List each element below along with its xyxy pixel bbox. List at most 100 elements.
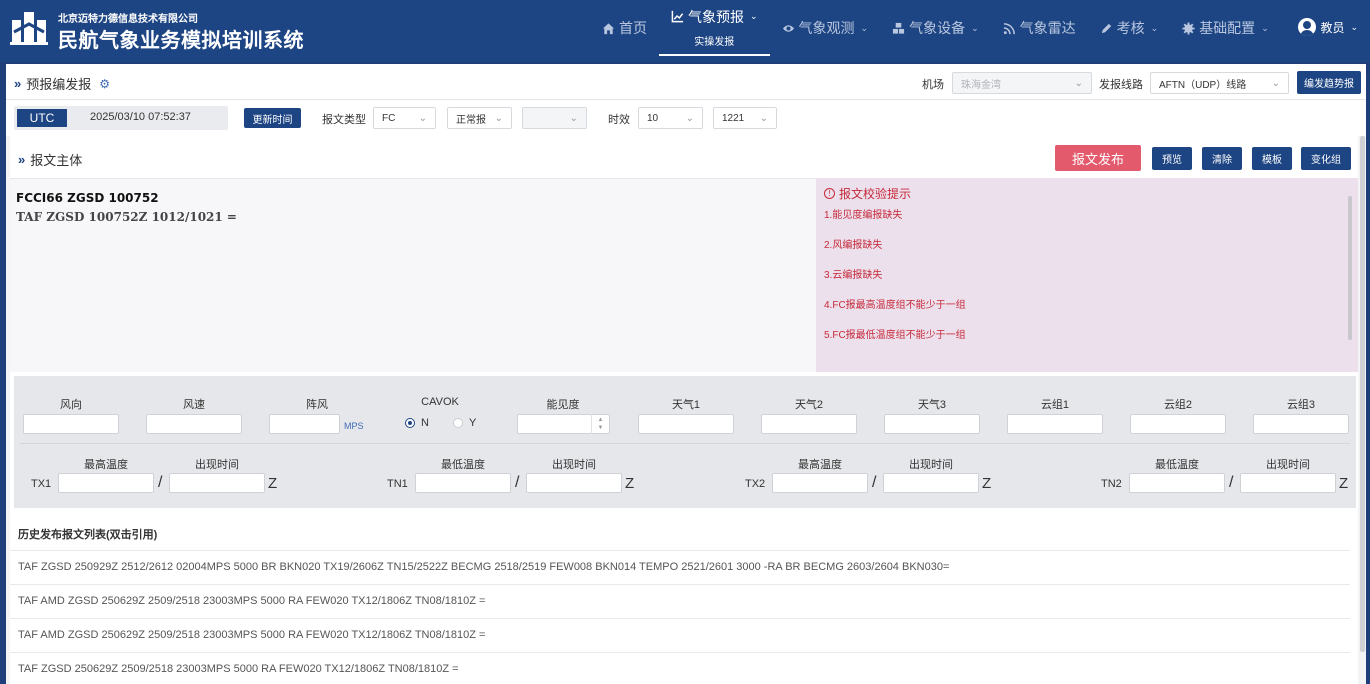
route-label: 发报线路 [1099, 79, 1143, 91]
tx1-temp-input[interactable] [58, 473, 154, 493]
history-row[interactable]: TAF ZGSD 250929Z 2512/2612 02004MPS 5000… [10, 550, 1350, 584]
user-menu[interactable]: 教员 ⌄ [1298, 18, 1358, 36]
validation-item: 2.风编报缺失 [824, 240, 883, 251]
cloud1-label: 云组1 [1040, 399, 1070, 411]
route-select-value: AFTN（UDP）线路 [1159, 79, 1247, 91]
tn1-z: Z [625, 475, 635, 492]
history-row[interactable]: TAF AMD ZGSD 250629Z 2509/2518 23003MPS … [10, 584, 1350, 618]
message-taf-line: TAF ZGSD 100752Z 1012/1021 = [16, 210, 237, 224]
template-button[interactable]: 模板 [1252, 147, 1292, 170]
message-editor[interactable]: FCCI66 ZGSD 100752 TAF ZGSD 100752Z 1012… [10, 178, 816, 372]
tn2-time-label: 出现时间 [1266, 459, 1310, 471]
report-type-label: 报文类型 [322, 114, 366, 126]
tx1-code: TX1 [31, 478, 52, 490]
main-nav: 首页 气象预报 ⌄ 实操发报 气象观测 ⌄ 气象设备 ⌄ 气象雷达 考核 ⌄ 基… [590, 0, 1281, 62]
wind-direction-label: 风向 [60, 399, 82, 411]
chevron-down-icon[interactable]: ▼ [598, 424, 604, 432]
gust-input[interactable] [269, 414, 340, 434]
change-group-button[interactable]: 变化组 [1301, 147, 1351, 170]
cubes-icon [893, 22, 905, 34]
message-body-section: » 报文主体 报文发布 预览 清除 模板 变化组 FCCI66 ZGSD 100… [10, 136, 1358, 684]
validity-select[interactable]: 10 ⌄ [638, 107, 703, 129]
nav-assessment[interactable]: 考核 ⌄ [1088, 0, 1171, 56]
tn2-time-input[interactable] [1240, 473, 1336, 493]
weather2-label: 天气2 [794, 399, 824, 411]
tx1-time-input[interactable] [169, 473, 265, 493]
visibility-stepper[interactable]: ▲ ▼ [591, 414, 609, 434]
tx2-temp-input[interactable] [772, 473, 868, 493]
element-input-form: 风向 风速 阵风 MPS CAVOK N Y 能见度 ▲ ▼ 天气1 天气2 天… [14, 376, 1356, 508]
chevron-down-icon: ⌄ [1271, 77, 1280, 89]
weather2-input[interactable] [761, 414, 857, 434]
validation-item: 1.能见度编报缺失 [824, 210, 903, 221]
top-navigation-bar: 北京迈特力德信息技术有限公司 民航气象业务模拟培训系统 首页 气象预报 ⌄ 实操… [0, 0, 1370, 62]
page-scrollbar[interactable] [1360, 136, 1365, 652]
cloud1-input[interactable] [1007, 414, 1103, 434]
tn1-code: TN1 [387, 478, 408, 490]
airport-select[interactable]: 珠海金湾 ⌄ [952, 72, 1092, 94]
history-row[interactable]: TAF AMD ZGSD 250629Z 2509/2518 23003MPS … [10, 618, 1350, 652]
settings-gear-icon[interactable]: ⚙ [99, 77, 110, 91]
avatar [1298, 18, 1317, 36]
weather1-input[interactable] [638, 414, 734, 434]
nav-forecast-subitem[interactable]: 实操发报 [694, 33, 734, 48]
publish-button[interactable]: 报文发布 [1055, 145, 1141, 171]
warning-icon: ! [824, 188, 835, 199]
nav-observation-label: 气象观测 [798, 20, 855, 36]
history-list: 历史发布报文列表(双击引用) TAF ZGSD 250929Z 2512/261… [10, 512, 1358, 684]
clear-button[interactable]: 清除 [1202, 147, 1242, 170]
utc-clock: UTC 2025/03/10 07:52:37 [14, 106, 228, 130]
report-kind-select[interactable]: 正常报 ⌄ [447, 107, 512, 129]
nav-forecast[interactable]: 气象预报 ⌄ 实操发报 [659, 0, 770, 56]
cavok-radio-n[interactable]: N [405, 417, 429, 429]
nav-equipment[interactable]: 气象设备 ⌄ [880, 0, 991, 56]
tx1-z: Z [268, 475, 278, 492]
chevron-up-icon[interactable]: ▲ [598, 416, 604, 424]
period-select[interactable]: 1221 ⌄ [713, 107, 777, 129]
wind-direction-input[interactable] [23, 414, 119, 434]
preview-button[interactable]: 预览 [1152, 147, 1192, 170]
tn1-time-label: 出现时间 [552, 459, 596, 471]
nav-observation[interactable]: 气象观测 ⌄ [770, 0, 881, 56]
refresh-time-button[interactable]: 更新时间 [244, 108, 301, 128]
nav-home[interactable]: 首页 [590, 0, 659, 56]
validity-value: 10 [647, 112, 659, 124]
message-heading-line: FCCI66 ZGSD 100752 [16, 191, 159, 205]
wind-speed-label: 风速 [183, 399, 205, 411]
validation-title: ! 报文校验提示 [824, 185, 911, 202]
cavok-radio-y[interactable]: Y [453, 417, 476, 429]
history-title: 历史发布报文列表(双击引用) [18, 529, 158, 541]
cloud2-label: 云组2 [1163, 399, 1193, 411]
chevron-down-icon: ⌄ [750, 11, 758, 21]
cloud2-input[interactable] [1130, 414, 1226, 434]
report-extra-select[interactable]: ⌄ [522, 107, 587, 129]
history-row[interactable]: TAF ZGSD 250629Z 2509/2518 23003MPS 5000… [10, 652, 1350, 684]
module-title: » 预报编发报 ⚙ [14, 74, 110, 93]
chevron-down-icon: ⌄ [1261, 22, 1269, 33]
cloud3-input[interactable] [1253, 414, 1349, 434]
route-select[interactable]: AFTN（UDP）线路 ⌄ [1150, 72, 1289, 94]
tn1-temp-input[interactable] [415, 473, 511, 493]
report-type-select[interactable]: FC ⌄ [373, 107, 436, 129]
nav-radar-label: 气象雷达 [1019, 20, 1076, 36]
weather3-input[interactable] [884, 414, 980, 434]
chevron-down-icon: ⌄ [494, 112, 503, 124]
nav-radar[interactable]: 气象雷达 [991, 0, 1088, 56]
chevron-down-icon: ⌄ [759, 112, 768, 124]
gust-unit: MPS [344, 421, 364, 431]
tx2-time-input[interactable] [883, 473, 979, 493]
message-body-title-label: 报文主体 [30, 153, 83, 168]
nav-config[interactable]: 基础配置 ⌄ [1170, 0, 1281, 56]
tx1-temp-label: 最高温度 [84, 459, 128, 471]
tn2-temp-input[interactable] [1129, 473, 1225, 493]
wind-speed-input[interactable] [146, 414, 242, 434]
tx2-time-label: 出现时间 [909, 459, 953, 471]
trend-report-button[interactable]: 编发趋势报 [1297, 71, 1361, 94]
gear-icon [1182, 21, 1195, 35]
system-title: 民航气象业务模拟培训系统 [58, 30, 304, 52]
validation-scrollbar[interactable] [1348, 196, 1352, 340]
tn2-code: TN2 [1101, 478, 1122, 490]
module-toolbar: » 预报编发报 ⚙ 机场 珠海金湾 ⌄ 发报线路 AFTN（UDP）线路 ⌄ 编… [6, 64, 1366, 100]
chevron-down-icon: ⌄ [1350, 21, 1358, 32]
tn1-time-input[interactable] [526, 473, 622, 493]
